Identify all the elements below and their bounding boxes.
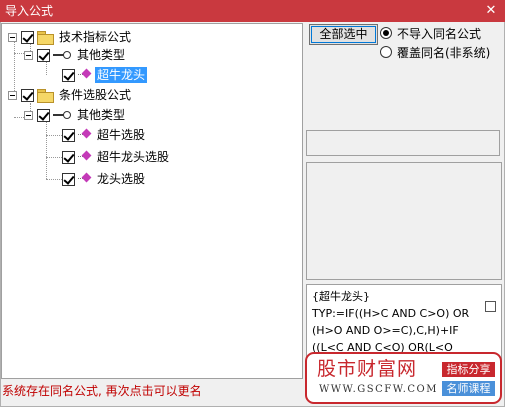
tree-node-label: 条件选股公式 <box>59 88 132 102</box>
radio-button[interactable] <box>380 46 392 58</box>
tree-node-label: 超牛龙头 <box>95 67 148 83</box>
collapse-icon[interactable] <box>8 32 17 42</box>
node-checkbox[interactable] <box>62 68 75 82</box>
preview-checkbox[interactable] <box>485 301 496 312</box>
tree-connector <box>14 117 24 118</box>
tree-node-other-types[interactable]: 其他类型 <box>24 46 127 64</box>
node-checkbox[interactable] <box>62 172 75 186</box>
key-icon <box>53 50 71 60</box>
tree-node-other-types[interactable]: 其他类型 <box>24 106 127 124</box>
tree-connector <box>46 179 62 180</box>
preview-line: (H>O AND O>=C),C,H)+IF <box>312 324 459 337</box>
watermark-title: 股市财富网 <box>317 358 418 380</box>
radio-skip-same-name[interactable]: 不导入同名公式 <box>380 25 481 41</box>
tree-node-leader-screen[interactable]: 龙头选股 <box>62 170 147 188</box>
rename-field[interactable] <box>306 130 500 156</box>
node-checkbox[interactable] <box>62 128 75 142</box>
collapse-icon[interactable] <box>24 110 33 120</box>
tree-connector <box>46 157 62 158</box>
tree-node-label: 技术指标公式 <box>59 30 132 44</box>
watermark-url: WWW.GSCFW.COM <box>319 384 438 395</box>
folder-icon <box>37 89 54 103</box>
node-checkbox[interactable] <box>21 30 34 44</box>
collapse-icon[interactable] <box>24 50 33 60</box>
formula-leaf-icon <box>78 173 92 185</box>
tree-node-label: 超牛龙头选股 <box>97 150 170 164</box>
node-checkbox[interactable] <box>37 48 50 62</box>
node-checkbox[interactable] <box>21 88 34 102</box>
tree-connector <box>46 121 47 179</box>
close-icon[interactable]: ✕ <box>483 3 499 19</box>
tree-node-label: 其他类型 <box>77 108 126 122</box>
radio-overwrite-same-name[interactable]: 覆盖同名(非系统) <box>380 44 490 60</box>
tree-connector <box>14 53 24 54</box>
node-checkbox[interactable] <box>62 150 75 164</box>
tree-node-super-bull-leader[interactable]: 超牛龙头 <box>62 66 148 84</box>
preview-line: {超牛龙头} <box>312 290 370 303</box>
status-message: 系统存在同名公式, 再次点击可以更名 <box>2 384 202 398</box>
tree-node-super-bull-leader-screen[interactable]: 超牛龙头选股 <box>62 148 171 166</box>
radio-label: 不导入同名公式 <box>397 26 482 41</box>
formula-leaf-icon <box>78 69 92 81</box>
node-checkbox[interactable] <box>37 108 50 122</box>
formula-leaf-icon <box>78 151 92 163</box>
formula-tree[interactable]: 技术指标公式 其他类型 超牛龙头 条件选股公式 其他类型 超牛选股 超牛龙头选股… <box>1 23 303 379</box>
tree-node-super-bull-screen[interactable]: 超牛选股 <box>62 126 147 144</box>
select-all-button[interactable]: 全部选中 <box>309 24 378 45</box>
radio-button[interactable] <box>380 27 392 39</box>
window-title: 导入公式 <box>5 4 54 18</box>
tree-node-screening-formulas[interactable]: 条件选股公式 <box>8 86 133 104</box>
tree-node-label: 超牛选股 <box>97 128 146 142</box>
radio-label: 覆盖同名(非系统) <box>397 45 491 60</box>
site-watermark: 股市财富网 WWW.GSCFW.COM 指标分享 名师课程 <box>305 352 502 404</box>
focus-ring <box>311 26 376 43</box>
key-icon <box>53 110 71 120</box>
collapse-icon[interactable] <box>8 90 17 100</box>
preview-line: TYP:=IF((H>C AND C>O) OR <box>312 307 470 320</box>
folder-icon <box>37 31 54 45</box>
watermark-tag-courses: 名师课程 <box>442 381 495 396</box>
tree-node-label: 其他类型 <box>77 48 126 62</box>
description-panel <box>306 162 502 280</box>
formula-leaf-icon <box>78 129 92 141</box>
watermark-tag-indicators: 指标分享 <box>442 362 495 377</box>
tree-connector <box>46 135 62 136</box>
title-bar[interactable]: 导入公式 ✕ <box>0 0 505 22</box>
tree-node-indicator-formulas[interactable]: 技术指标公式 <box>8 28 133 46</box>
tree-node-label: 龙头选股 <box>97 172 146 186</box>
